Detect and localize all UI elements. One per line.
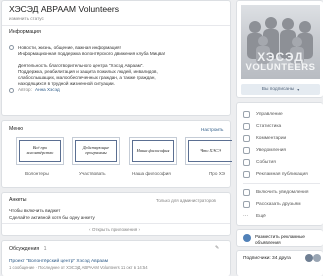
ads-promo-line1: Разместить рекламные	[255, 233, 305, 239]
sidebar-item-stats[interactable]: Статистика	[243, 121, 323, 132]
menu-tile-caption: Участвовать	[79, 171, 106, 176]
discussion-topic-meta: 1 сообщение · Последнее от ХЭСЭД АВРААМ …	[9, 265, 148, 270]
sidebar-item-manage[interactable]: Управление	[243, 109, 323, 120]
info-body-line: Поддержка, реабилитация и защита пожилых…	[18, 69, 158, 74]
menu-tile-caption: Наша философия	[132, 171, 171, 176]
gear-icon	[243, 111, 250, 118]
discussions-count: 1	[43, 246, 47, 252]
menu-tile-philosophy[interactable]: Наша философия	[129, 137, 177, 165]
sidebar-item-label: Управление	[256, 112, 283, 117]
ads-promo-card[interactable]: Разместить рекламные объявления	[236, 229, 323, 247]
sidebar-item-comments[interactable]: Комментарии	[243, 133, 323, 144]
sidebar-item-more[interactable]: ··· Ещё	[243, 211, 323, 222]
discussions-heading-label: Обсуждения	[9, 246, 40, 252]
sidebar-item-notifications[interactable]: Уведомления	[243, 145, 323, 156]
sidebar-item-label: Включить уведомления	[256, 190, 309, 195]
stats-icon	[243, 123, 250, 130]
info-heading: Информация	[9, 29, 41, 35]
author-link[interactable]: Анна Хэсэд	[35, 87, 60, 92]
polls-heading: Анкеты	[9, 197, 27, 203]
info-body-line: находящихся в трудной жизненной ситуации…	[18, 81, 115, 86]
open-apps-link[interactable]: ‹ Открыть приложения ›	[89, 227, 140, 232]
menu-tile-participate[interactable]: Действующие программы	[72, 137, 120, 165]
info-body-line: слабослышащих, малообеспеченных граждан,…	[18, 75, 156, 80]
sidebar-item-label: События	[256, 160, 276, 165]
menu-tile-volunteers[interactable]: Всё про волонтёрство	[16, 137, 64, 165]
discussion-topic-link[interactable]: Проект "Волонтёрский центр" Хэсэд Авраам	[9, 259, 108, 265]
sidebar-item-label: Рассказать друзьям	[256, 202, 301, 207]
divider	[243, 183, 320, 184]
sidebar-item-label: Статистика	[256, 124, 282, 129]
subscribers-label[interactable]: Подписчики: 34 друга	[243, 256, 291, 262]
menu-card: Меню Настроить Всё про волонтёрство Дейс…	[1, 120, 232, 188]
discussions-heading: Обсуждения 1	[9, 246, 47, 253]
subscribed-button[interactable]: Вы подписаны ▾	[241, 84, 320, 95]
cover-photo[interactable]: ХЭСЭД VOLUNTEERS	[241, 5, 320, 79]
discussions-all-icon[interactable]: ✎	[215, 245, 219, 252]
sidebar-item-label: Ещё	[256, 214, 266, 219]
discussions-card: Обсуждения 1 ✎ Проект "Волонтёрский цент…	[1, 240, 231, 276]
bell-icon	[243, 147, 250, 154]
menu-settings-link[interactable]: Настроить	[201, 127, 223, 132]
change-status-link[interactable]: изменить статус	[9, 16, 44, 21]
open-apps-label: Открыть приложения	[91, 227, 138, 232]
menu-tile-art: Действующие программы	[75, 140, 117, 162]
cover-text-line2: VOLUNTEERS	[245, 62, 316, 73]
sidebar-item-label: Комментарии	[256, 136, 287, 141]
polls-card: Анкеты Только для администраторов Чтобы …	[1, 192, 231, 236]
sidebar-item-label: Рекламная публикация	[256, 172, 308, 177]
ads-icon	[243, 171, 250, 178]
subscribed-button-label: Вы подписаны	[261, 87, 295, 92]
sidebar-item-events[interactable]: События	[243, 157, 323, 168]
avatar[interactable]	[313, 254, 321, 262]
ads-promo-line2: объявления	[255, 239, 281, 245]
community-title: ХЭСЭД АВРААМ Volunteers	[9, 4, 120, 14]
event-icon	[243, 159, 250, 166]
chevron-down-icon: ▾	[297, 87, 300, 92]
user-icon	[9, 87, 14, 93]
menu-heading: Меню	[9, 126, 24, 132]
sidebar-actions-card: Управление Статистика Комментарии Уведом…	[236, 102, 323, 226]
subscribers-card: Подписчики: 34 друга	[236, 250, 323, 276]
share-icon	[243, 201, 250, 208]
sidebar-item-label: Уведомления	[256, 148, 286, 153]
menu-tile-caption: Про ХЭ	[209, 171, 225, 176]
polls-admin-note: Только для администраторов	[156, 198, 216, 203]
avatar[interactable]	[305, 254, 313, 262]
sidebar-item-ads[interactable]: Рекламная публикация	[243, 169, 323, 180]
bell-icon	[243, 189, 250, 196]
comment-icon	[243, 135, 250, 142]
polls-line1: Чтобы включить виджет	[9, 208, 61, 213]
sidebar-item-tell-friends[interactable]: Рассказать друзьям	[243, 199, 323, 210]
info-body-line: Деятельность благотворительного центра "…	[18, 63, 144, 68]
info-icon	[9, 45, 14, 50]
menu-tile-art: Всё про волонтёрство	[19, 140, 61, 162]
sidebar-item-enable-notifications[interactable]: Включить уведомления	[243, 187, 323, 198]
more-icon: ···	[243, 213, 248, 219]
menu-tile-about[interactable]: Что ХЭСЭ	[185, 137, 232, 165]
cover-card: ХЭСЭД VOLUNTEERS Вы подписаны ▾	[236, 0, 323, 98]
menu-tile-caption: Волонтеры	[25, 171, 49, 176]
menu-tile-art: Наша философия	[132, 140, 174, 162]
community-header-card: ХЭСЭД АВРААМ Volunteers изменить статус …	[1, 0, 231, 116]
info-desc-line2: Информационная поддержка волонтёрского д…	[18, 50, 166, 56]
divider	[2, 223, 230, 224]
author-label: Автор:	[18, 87, 32, 92]
menu-tile-art: Что ХЭСЭ	[188, 140, 232, 162]
polls-line2: Сделайте активной хотя бы одну анкету	[9, 215, 95, 220]
megaphone-icon	[243, 234, 251, 242]
info-desc-line1: Новости, жизнь, общение, важная информац…	[18, 44, 121, 50]
divider	[2, 25, 230, 26]
